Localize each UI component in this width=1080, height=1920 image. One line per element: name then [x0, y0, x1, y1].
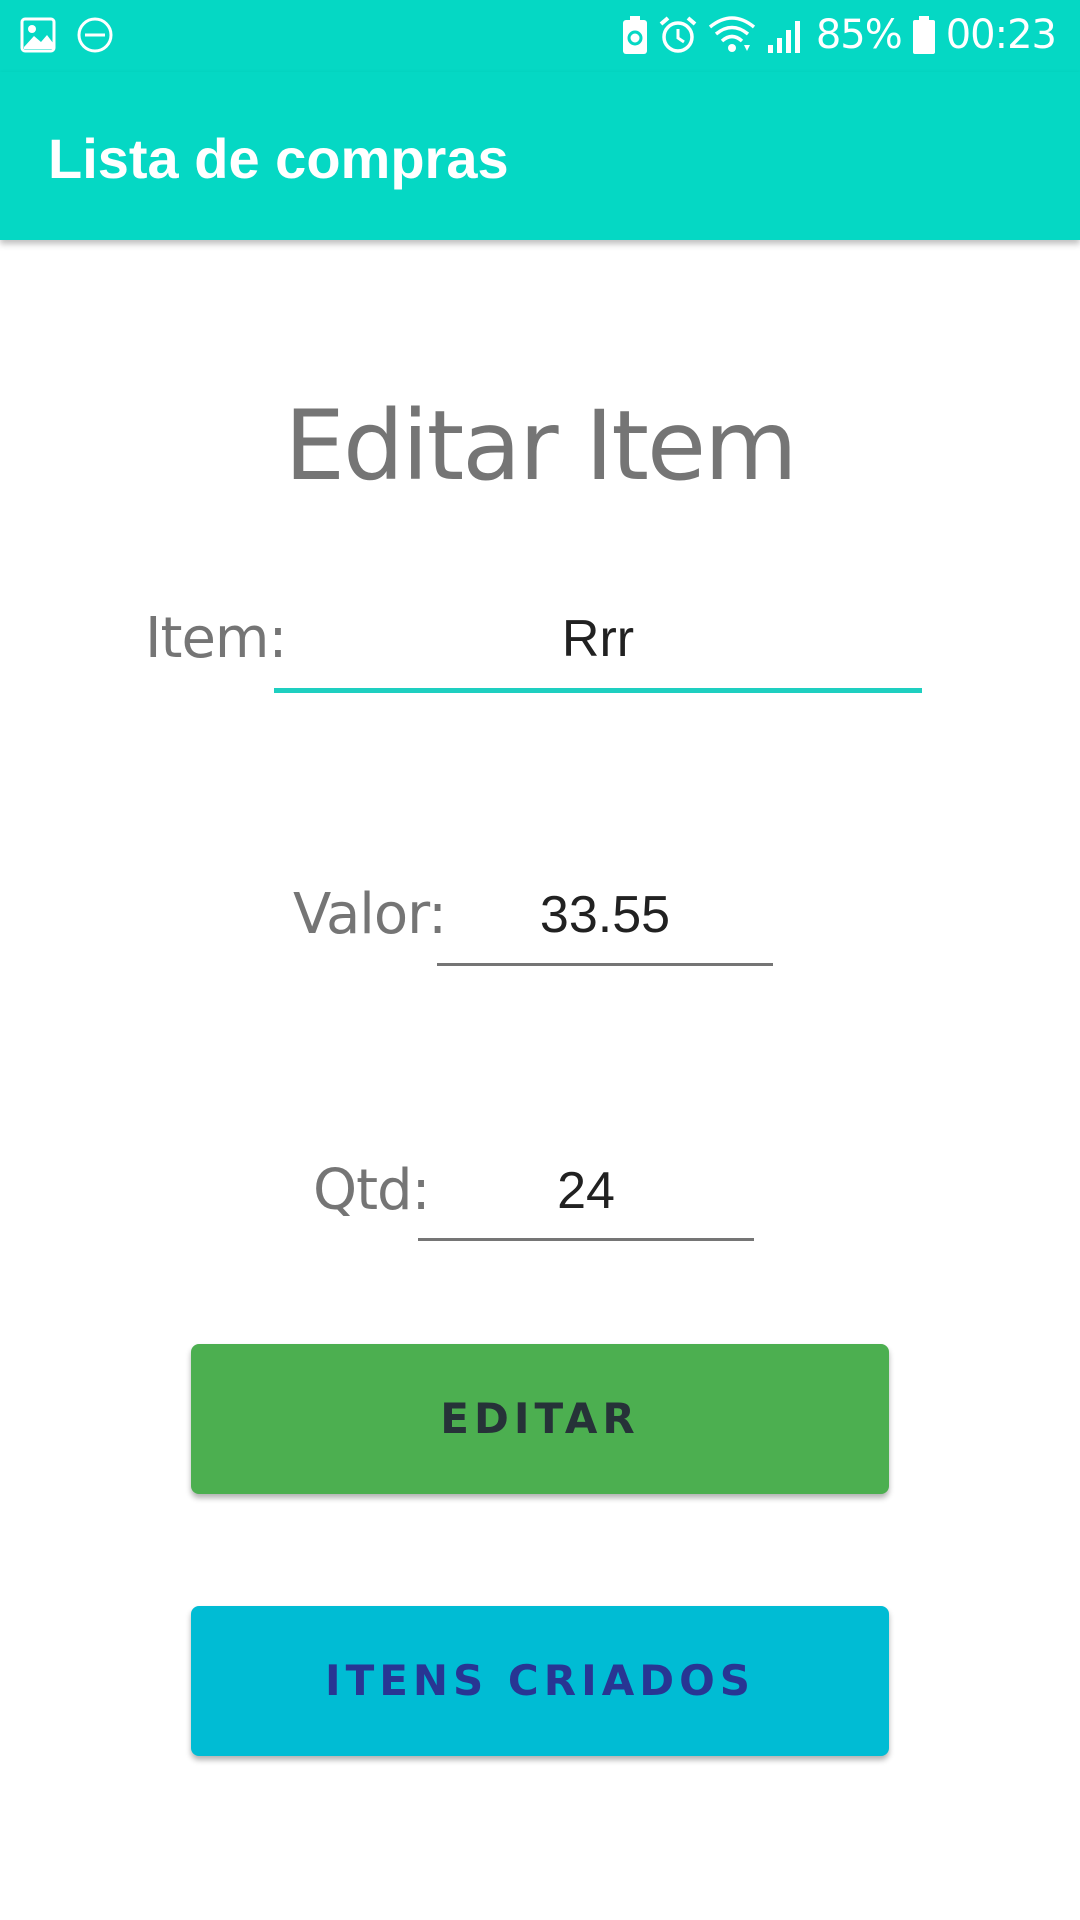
item-label: Item:	[145, 606, 287, 671]
item-input-underline	[274, 688, 922, 693]
alarm-icon	[658, 15, 698, 55]
page-title: Editar Item	[284, 390, 797, 502]
battery-saver-icon	[622, 15, 648, 55]
signal-icon	[766, 15, 806, 55]
qtd-input[interactable]	[418, 1156, 754, 1226]
app-bar: Lista de compras	[0, 72, 1080, 240]
battery-percent: 85%	[815, 12, 903, 58]
valor-input[interactable]	[437, 880, 773, 950]
valor-label: Valor:	[293, 882, 447, 947]
created-items-button[interactable]: ITENS CRIADOS	[191, 1606, 889, 1756]
edit-button[interactable]: EDITAR	[191, 1344, 889, 1494]
wifi-icon	[708, 15, 756, 55]
image-icon	[20, 17, 56, 53]
do-not-disturb-icon	[76, 16, 114, 54]
status-bar: 85% 00:23	[0, 0, 1080, 72]
battery-icon	[912, 15, 936, 55]
item-input[interactable]	[274, 604, 922, 674]
qtd-input-underline	[418, 1238, 754, 1241]
app-title: Lista de compras	[48, 127, 509, 190]
qtd-label: Qtd:	[313, 1158, 430, 1223]
clock: 00:23	[945, 12, 1057, 58]
valor-input-underline	[437, 963, 773, 966]
